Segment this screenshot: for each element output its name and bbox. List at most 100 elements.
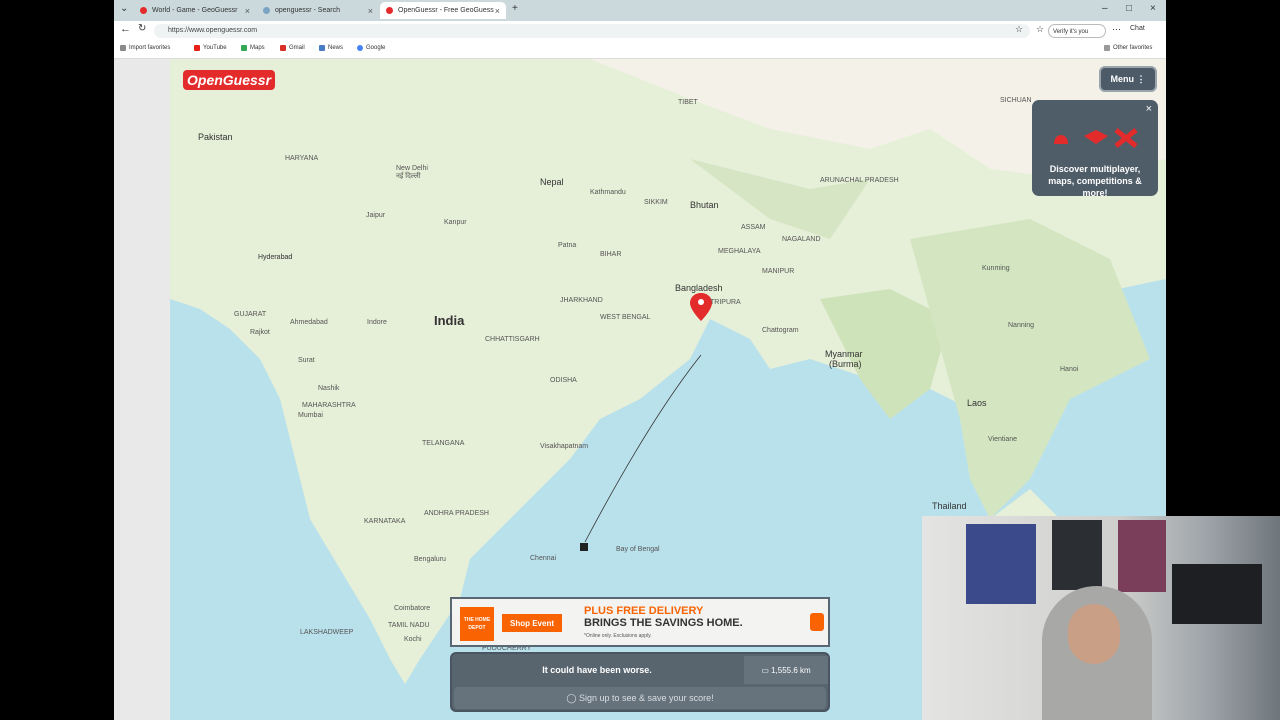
tab-label: OpenGuessr - Free GeoGuess: [398, 7, 494, 14]
country-label: Bangladesh: [675, 283, 723, 293]
favorite-google[interactable]: Google: [357, 45, 385, 51]
map-place-label: Jaipur: [366, 212, 386, 219]
window-close-icon[interactable]: ×: [1150, 3, 1156, 14]
map-place-label: ANDHRA PRADESH: [424, 510, 489, 517]
refresh-icon[interactable]: ↻: [138, 23, 146, 34]
map-place-label: NAGALAND: [782, 236, 821, 243]
minimize-icon[interactable]: –: [1102, 3, 1108, 14]
tab-label: openguessr - Search: [275, 7, 340, 14]
verify-button[interactable]: Verify it's you: [1048, 24, 1106, 38]
favorites-bar: Import favorites YouTube Maps Gmail News…: [114, 41, 1166, 59]
shop-event-button[interactable]: Shop Event: [502, 614, 562, 632]
ad-location-icon[interactable]: [810, 613, 824, 631]
monitor: [1172, 564, 1262, 624]
map-place-label: Surat: [298, 357, 315, 364]
result-message: It could have been worse.: [542, 665, 652, 675]
map-place-label: Ahmedabad: [290, 319, 328, 326]
result-panel: It could have been worse. ▭ 1,555.6 km ◯…: [450, 652, 830, 712]
country-label: India: [434, 313, 465, 328]
close-icon[interactable]: ×: [368, 6, 373, 16]
tab-bar: ⌄ World - Game - GeoGuessr × openguessr …: [114, 0, 1166, 21]
map-place-label: Rajkot: [250, 329, 270, 336]
map-place-label: Bay of Bengal: [616, 546, 660, 553]
map-place-label: Mumbai: [298, 412, 323, 419]
favorite-import[interactable]: Import favorites: [120, 45, 170, 51]
favorite-youtube[interactable]: YouTube: [194, 45, 227, 51]
pin-dot: [698, 299, 704, 305]
map-place-label: TELANGANA: [422, 440, 465, 447]
tab-openguessr[interactable]: OpenGuessr - Free GeoGuess ×: [380, 2, 506, 19]
country-label: Thailand: [932, 501, 967, 511]
map-place-label: MANIPUR: [762, 268, 795, 275]
gmail-icon: [280, 45, 286, 51]
tab-label: World - Game - GeoGuessr: [152, 7, 238, 14]
youtube-icon: [194, 45, 200, 51]
map-place-label: Vientiane: [988, 436, 1018, 443]
red-swords-icon: [1114, 128, 1138, 148]
promo-text: Discover multiplayer, maps, competitions…: [1048, 164, 1142, 198]
map-place-label: TRIPURA: [710, 299, 741, 306]
map-place-label: Chattogram: [762, 327, 799, 334]
map-place-label: Kochi: [404, 636, 422, 643]
map-place-label: TIBET: [678, 99, 698, 106]
distance-display: ▭ 1,555.6 km: [744, 656, 828, 684]
map-place-label: ODISHA: [550, 377, 577, 384]
map-place-label: TAMIL NADU: [388, 622, 430, 629]
star-icon[interactable]: ☆: [1015, 24, 1023, 35]
ad-fine-print: *Online only. Exclusions apply.: [584, 633, 652, 639]
webcam-overlay: [922, 516, 1280, 720]
map-place-label: JHARKHAND: [560, 297, 603, 304]
red-crest-icon: [1054, 135, 1068, 144]
promo-popup[interactable]: × Discover multiplayer, maps, competitio…: [1032, 100, 1158, 198]
map-place-label: KARNATAKA: [364, 518, 406, 525]
map-place-label: Nanning: [1008, 322, 1035, 329]
other-favorites[interactable]: Other favorites: [1104, 45, 1152, 51]
wall-poster: [1052, 520, 1102, 590]
import-icon: [120, 45, 126, 51]
menu-button[interactable]: Menu ⋮: [1099, 66, 1157, 92]
country-label: (Burma): [829, 359, 862, 369]
signup-label: Sign up to see & save your score!: [579, 693, 714, 703]
map-place-label: ARUNACHAL PRADESH: [820, 177, 899, 184]
map-place-label: Chennai: [530, 555, 557, 562]
map-place-label: Patna: [558, 242, 577, 249]
new-tab-icon[interactable]: +: [512, 3, 518, 14]
folder-icon: [1104, 45, 1110, 51]
more-icon[interactable]: ⋯: [1112, 24, 1121, 35]
map-place-label: WEST BENGAL: [600, 314, 651, 321]
tab-search[interactable]: openguessr - Search ×: [257, 2, 379, 19]
map-place-label: Hyderabad: [258, 254, 293, 261]
openguessr-favicon-icon: [386, 7, 393, 14]
distance-value: 1,555.6 km: [771, 665, 811, 675]
wall-poster: [966, 524, 1036, 604]
favorite-news[interactable]: News: [319, 45, 343, 51]
maps-icon: [241, 45, 247, 51]
ad-subheadline: BRINGS THE SAVINGS HOME.: [584, 617, 743, 629]
bookmark-icon[interactable]: ☆: [1036, 24, 1044, 35]
map-place-label: Kunming: [982, 265, 1010, 272]
close-icon[interactable]: ×: [245, 6, 250, 16]
maximize-icon[interactable]: □: [1126, 3, 1132, 14]
google-icon: [357, 45, 363, 51]
url-input[interactable]: https://www.openguessr.com: [154, 24, 1030, 38]
close-icon[interactable]: ×: [495, 6, 500, 16]
map-place-label: Visakhapatnam: [540, 443, 589, 450]
map-place-label: Bengaluru: [414, 556, 446, 563]
promo-icons: [1054, 128, 1138, 148]
map-place-label: LAKSHADWEEP: [300, 629, 354, 636]
tab-menu-icon[interactable]: ⌄: [120, 3, 128, 14]
openguessr-logo[interactable]: OpenGuessr: [183, 70, 276, 90]
address-bar: ← ↻ https://www.openguessr.com ☆ ☆ Verif…: [114, 21, 1166, 41]
back-icon[interactable]: ←: [120, 23, 131, 35]
map-place-label: Indore: [367, 319, 387, 326]
favorite-maps[interactable]: Maps: [241, 45, 265, 51]
favorite-gmail[interactable]: Gmail: [280, 45, 305, 51]
copilot-chat-button[interactable]: Chat: [1130, 25, 1145, 32]
person-face: [1068, 604, 1120, 664]
guess-flag-icon: [580, 543, 588, 551]
tab-geoguessr[interactable]: World - Game - GeoGuessr ×: [134, 2, 256, 19]
signup-button[interactable]: ◯ Sign up to see & save your score!: [454, 687, 826, 709]
map-place-label: New Delhi: [396, 165, 428, 172]
advertisement-banner[interactable]: THE HOME DEPOT Shop Event PLUS FREE DELI…: [450, 597, 830, 647]
map-place-label: Kanpur: [444, 219, 467, 226]
